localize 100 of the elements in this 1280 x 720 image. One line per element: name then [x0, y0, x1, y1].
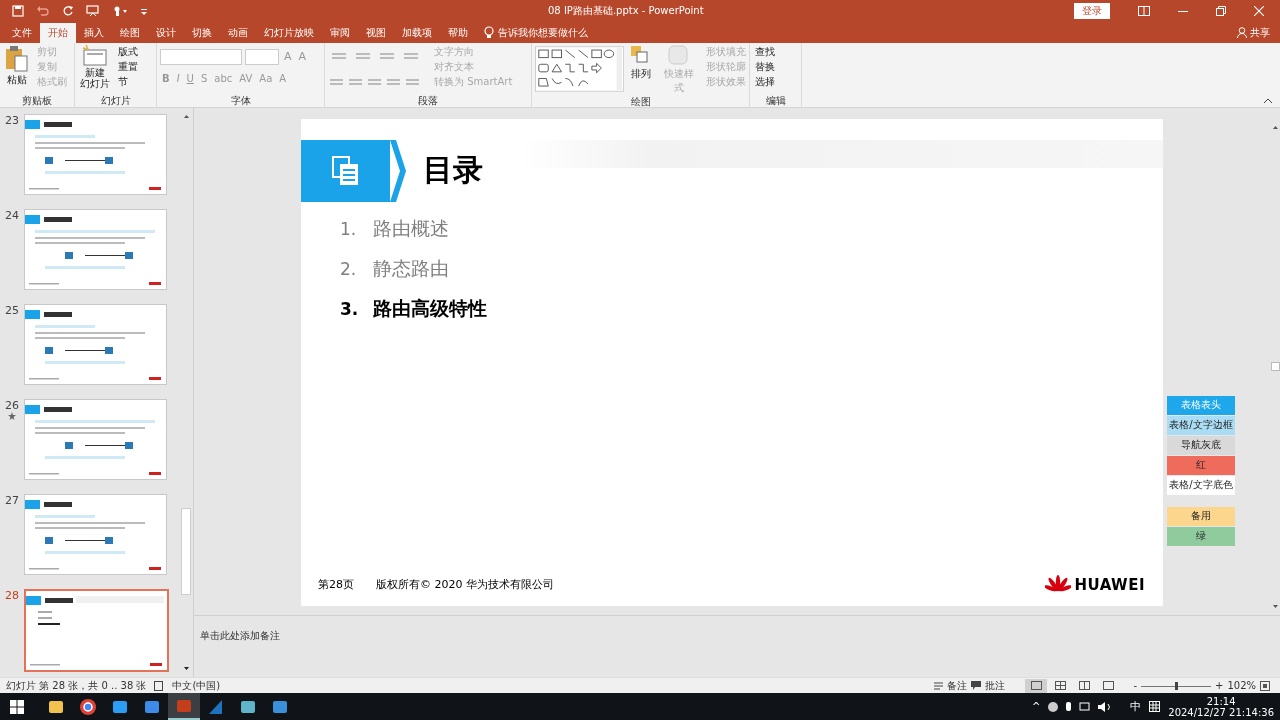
slide-number: 28 — [5, 588, 19, 602]
list-item: 路由高级特性 — [373, 295, 487, 321]
zoom-out-button[interactable]: - — [1133, 680, 1137, 692]
group-label: 剪贴板 — [21, 93, 53, 107]
zoom-level[interactable]: 102% — [1227, 680, 1256, 692]
ribbon-button[interactable]: 重置 — [116, 59, 138, 73]
ribbon-button[interactable]: 替换 — [753, 59, 775, 73]
color-swatch: 绿 — [1167, 526, 1235, 546]
clock-time[interactable]: 21:14 — [1206, 695, 1236, 707]
slide-thumbnail[interactable] — [24, 303, 167, 385]
ribbon-tab[interactable]: 切换 — [184, 22, 220, 43]
ribbon-tab[interactable]: 开始 — [40, 22, 76, 43]
new-slide-button[interactable]: 新建 幻灯片 — [78, 44, 112, 89]
slide-thumbnail[interactable] — [24, 398, 167, 480]
clock-date[interactable]: 2024/12/27 21:14:36 — [1168, 706, 1274, 718]
save-icon[interactable] — [12, 4, 24, 17]
font-name-field[interactable] — [160, 48, 242, 65]
list-number: 2. — [340, 258, 358, 279]
presenter-icon[interactable] — [86, 4, 100, 17]
slide-number: 24 — [5, 208, 19, 222]
list-item: 静态路由 — [373, 255, 449, 281]
arrange-button[interactable]: 排列 — [628, 44, 655, 81]
ribbon-button[interactable]: 选择 — [753, 74, 775, 88]
comment-icon — [971, 681, 982, 691]
comments-button[interactable]: 批注 — [985, 678, 1006, 693]
copyright-text: 版权所有© 2020 华为技术有限公司 — [376, 577, 554, 593]
zoom-in-button[interactable]: + — [1215, 680, 1224, 692]
slide-number: 23 — [5, 113, 19, 127]
tell-me-search[interactable]: 告诉我你想要做什么 — [498, 25, 588, 40]
color-swatch: 表格表头 — [1167, 395, 1235, 415]
zoom-slider[interactable] — [1141, 681, 1211, 690]
fit-window-icon[interactable] — [1260, 680, 1270, 691]
ribbon-tab[interactable]: 幻灯片放映 — [256, 22, 322, 43]
ribbon-tab[interactable]: 设计 — [148, 22, 184, 43]
format-button[interactable]: I — [174, 72, 182, 84]
color-swatch: 表格/文字边框 — [1167, 415, 1235, 435]
lightbulb-icon — [484, 26, 494, 40]
list-number: 3. — [340, 298, 360, 319]
start-icon[interactable] — [10, 699, 24, 714]
ribbon-tab[interactable]: 文件 — [4, 22, 40, 43]
group-label: 绘图 — [629, 94, 652, 108]
ribbon-button[interactable]: 节 — [116, 74, 138, 88]
slide-info: 幻灯片 第 28 张，共 0 .. 38 张 — [6, 678, 147, 693]
color-swatch: 表格/文字底色 — [1167, 475, 1235, 495]
view-icon — [1102, 681, 1114, 691]
slide-number: 27 — [5, 493, 19, 507]
window-title: 08 IP路由基础.pptx - PowerPoint — [548, 4, 704, 18]
collapse-ribbon-icon[interactable] — [1264, 97, 1272, 103]
group-label: 编辑 — [764, 93, 787, 107]
close-icon[interactable] — [1254, 5, 1264, 16]
format-button[interactable]: abc — [212, 72, 235, 84]
ribbon-button[interactable]: 查找 — [753, 44, 775, 58]
slide-number: 25 — [5, 303, 19, 317]
format-button[interactable]: S — [198, 72, 210, 84]
taskbar-app[interactable] — [168, 693, 200, 720]
scrollbar-thumb[interactable] — [1270, 362, 1280, 372]
slide-thumbnail[interactable] — [24, 208, 167, 290]
tray-expand[interactable]: ^ — [1031, 701, 1041, 712]
slide-thumbnail[interactable] — [24, 113, 167, 195]
format-button[interactable]: AV — [237, 72, 255, 84]
font-size-field[interactable] — [245, 48, 279, 65]
login-button[interactable]: 登录 — [1074, 2, 1110, 19]
notes-field[interactable]: 单击此处添加备注 — [200, 629, 280, 641]
view-icon — [1078, 681, 1090, 691]
brand-text: HUAWEI — [1074, 575, 1145, 594]
ribbon-tab[interactable]: 加载项 — [394, 22, 440, 43]
group-label: 段落 — [417, 93, 439, 107]
touch-icon[interactable] — [112, 4, 128, 17]
language-text[interactable]: 中文(中国) — [172, 678, 221, 693]
slide-title: 目录 — [423, 151, 484, 190]
ribbon-button[interactable]: 版式 — [116, 44, 138, 58]
input-method[interactable]: 中 — [1130, 699, 1142, 714]
color-swatch: 备用 — [1167, 506, 1235, 526]
ribbon-tab[interactable]: 绘图 — [112, 22, 148, 43]
view-button[interactable] — [1025, 678, 1048, 693]
undo-icon[interactable] — [36, 4, 50, 17]
view-icon — [1054, 681, 1066, 691]
page-number: 第28页 — [318, 577, 354, 593]
person-icon — [1237, 27, 1247, 39]
list-item: 路由概述 — [373, 215, 449, 241]
paste-button[interactable]: 粘贴 — [3, 44, 31, 87]
redo-icon[interactable] — [62, 4, 74, 17]
ribbon-display-icon[interactable] — [1138, 5, 1150, 16]
scrollbar-thumb[interactable] — [181, 507, 191, 595]
restore-icon[interactable] — [1216, 5, 1226, 16]
notes-button[interactable]: 备注 — [947, 678, 968, 693]
ribbon-tab[interactable]: 插入 — [76, 22, 112, 43]
ribbon-tab[interactable]: 视图 — [358, 22, 394, 43]
format-button[interactable]: Aa — [257, 72, 275, 84]
ribbon-tab[interactable]: 审阅 — [322, 22, 358, 43]
slide-thumbnail[interactable] — [24, 493, 167, 575]
list-number: 1. — [340, 218, 358, 239]
share-button[interactable]: 共享 — [1250, 25, 1270, 40]
view-icon — [1030, 681, 1042, 691]
slide-thumbnail[interactable] — [24, 588, 169, 672]
grid-icon[interactable] — [1149, 701, 1161, 712]
document-icon — [331, 155, 360, 186]
ribbon-tab[interactable]: 帮助 — [440, 22, 476, 43]
shapes-gallery[interactable] — [535, 44, 625, 93]
ribbon-tab[interactable]: 动画 — [220, 22, 256, 43]
